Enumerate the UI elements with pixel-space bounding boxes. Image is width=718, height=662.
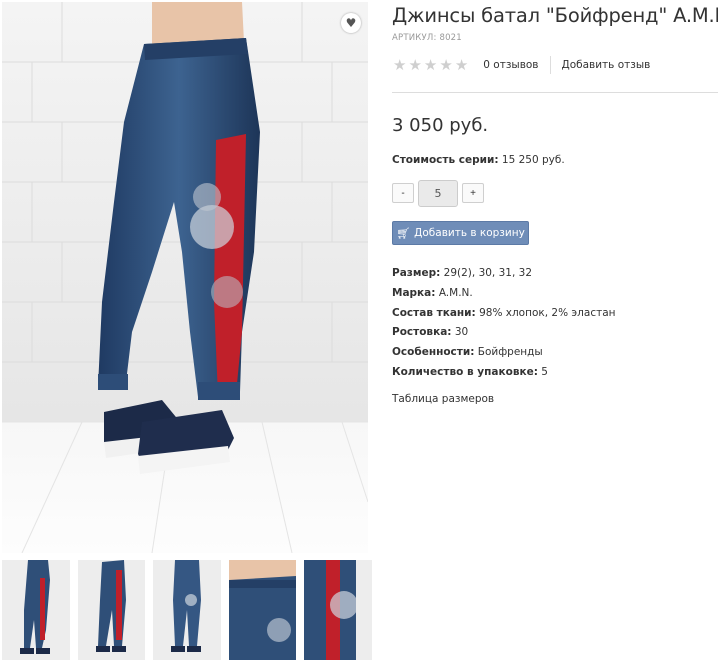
- product-price: 3 050 руб.: [392, 115, 489, 136]
- property-brand: Марка: A.M.N.: [392, 286, 718, 306]
- product-properties: Размер: 29(2), 30, 31, 32 Марка: A.M.N. …: [392, 266, 718, 385]
- property-value: 30: [454, 326, 469, 339]
- thumbnail-1[interactable]: [2, 560, 70, 660]
- sku-label: АРТИКУЛ:: [392, 33, 437, 43]
- property-label: Марка:: [392, 286, 436, 299]
- property-label: Размер:: [392, 267, 441, 279]
- size-table-link[interactable]: Таблица размеров: [392, 393, 494, 405]
- quantity-stepper: - +: [392, 179, 718, 207]
- star-icon[interactable]: ★: [439, 57, 452, 73]
- divider: [392, 92, 718, 93]
- thumbnail-3[interactable]: [153, 560, 221, 660]
- property-pack-count: Количество в упаковке: 5: [392, 365, 718, 385]
- add-to-cart-button[interactable]: 🛒︎ Добавить в корзину: [392, 221, 529, 245]
- main-product-image[interactable]: ♥: [2, 2, 368, 553]
- property-value: 5: [541, 365, 548, 378]
- product-title: Джинсы батал "Бойфренд" A.M.N.: [392, 4, 718, 27]
- property-label: Ростовка:: [392, 326, 452, 339]
- thumbnail-strip: [2, 560, 372, 660]
- divider: [549, 56, 551, 74]
- increase-button[interactable]: +: [462, 183, 484, 203]
- star-icon[interactable]: ★: [408, 57, 421, 73]
- property-label: Особенности:: [392, 346, 475, 359]
- property-features: Особенности: Бойфренды: [392, 345, 718, 365]
- property-value: 98% хлопок, 2% эластан: [479, 306, 616, 319]
- quantity-input[interactable]: [418, 179, 458, 207]
- product-info: Джинсы батал "Бойфренд" A.M.N. АРТИКУЛ: …: [392, 0, 718, 406]
- property-fabric: Состав ткани: 98% хлопок, 2% эластан: [392, 306, 718, 326]
- decrease-button[interactable]: -: [392, 183, 414, 203]
- thumbnail-2[interactable]: [77, 560, 146, 660]
- add-to-cart-label: Добавить в корзину: [414, 227, 525, 239]
- add-review-link[interactable]: Добавить отзыв: [562, 59, 651, 71]
- thumbnail-5[interactable]: [304, 560, 372, 660]
- reviews-count[interactable]: 0 отзывов: [483, 59, 538, 71]
- cart-icon: 🛒︎: [396, 226, 411, 240]
- series-value: 15 250 руб.: [501, 154, 565, 166]
- series-price: Стоимость серии: 15 250 руб.: [392, 154, 718, 166]
- heart-icon: ♥: [345, 16, 357, 30]
- series-label: Стоимость серии:: [392, 154, 499, 166]
- sku: АРТИКУЛ: 8021: [392, 33, 718, 43]
- rating-row: ★ ★ ★ ★ ★ 0 отзывов Добавить отзыв: [392, 56, 718, 74]
- property-height: Ростовка: 30: [392, 325, 718, 345]
- property-value: 29(2), 30, 31, 32: [443, 267, 532, 279]
- star-icon[interactable]: ★: [455, 57, 468, 73]
- star-icon[interactable]: ★: [424, 57, 437, 73]
- property-value: Бойфренды: [477, 346, 543, 359]
- property-label: Состав ткани:: [392, 306, 476, 319]
- property-label: Количество в упаковке:: [392, 365, 538, 378]
- star-icon[interactable]: ★: [393, 57, 406, 73]
- thumbnail-4[interactable]: [228, 560, 297, 660]
- rating-stars[interactable]: ★ ★ ★ ★ ★: [393, 57, 468, 73]
- property-value: A.M.N.: [438, 286, 473, 299]
- property-size: Размер: 29(2), 30, 31, 32: [392, 266, 718, 286]
- product-photo: [2, 2, 368, 553]
- favorite-button[interactable]: ♥: [341, 13, 361, 33]
- sku-value: 8021: [439, 33, 462, 43]
